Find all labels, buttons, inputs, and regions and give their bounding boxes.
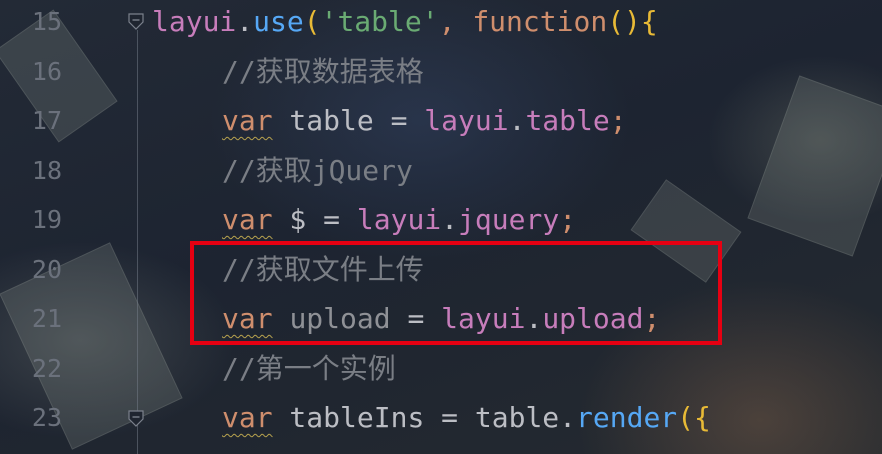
code-line-18[interactable]: //获取jQuery — [152, 151, 413, 191]
code-token: . — [508, 104, 526, 137]
code-token: tableIns = table. — [272, 401, 577, 434]
code-token: ; — [609, 104, 627, 137]
code-token: , — [438, 5, 473, 38]
fold-open-icon[interactable] — [127, 13, 145, 31]
code-line-23[interactable]: var tableIns = table.render({ — [152, 398, 711, 438]
line-number: 15 — [31, 7, 62, 36]
line-number: 21 — [31, 304, 62, 333]
code-token: 'table' — [320, 5, 439, 38]
code-keyword: var — [222, 104, 273, 137]
code-token: ({ — [677, 401, 711, 434]
code-line-17[interactable]: var table = layui.table; — [152, 101, 627, 141]
code-token: (){ — [607, 5, 658, 38]
code-token: layui — [424, 104, 509, 137]
code-token: render — [576, 401, 678, 434]
line-number: 16 — [31, 57, 62, 86]
fold-open-icon[interactable] — [127, 410, 145, 428]
code-line-16[interactable]: //获取数据表格 — [152, 52, 424, 92]
code-token: $ = — [272, 203, 357, 236]
line-number: 17 — [31, 106, 62, 135]
line-number: 19 — [31, 205, 62, 234]
code-line-15[interactable]: layui.use('table', function(){ — [152, 2, 658, 42]
line-number: 23 — [31, 403, 62, 432]
code-line-19[interactable]: var $ = layui.jquery; — [152, 200, 576, 240]
code-token: table — [525, 104, 610, 137]
code-line-22[interactable]: //第一个实例 — [152, 349, 396, 389]
code-token: ; — [559, 203, 577, 236]
code-token: use — [253, 5, 304, 38]
code-token: function — [472, 5, 608, 38]
code-token: ( — [303, 5, 321, 38]
code-comment: //获取数据表格 — [222, 55, 424, 88]
line-number-gutter: 15 16 17 18 19 20 21 22 23 — [0, 0, 150, 454]
indent-guide — [137, 30, 138, 454]
highlight-box — [190, 241, 722, 345]
line-number: 22 — [31, 354, 62, 383]
code-keyword: var — [222, 401, 273, 434]
code-token: . — [441, 203, 459, 236]
line-number: 20 — [31, 255, 62, 284]
code-token: jquery — [458, 203, 560, 236]
code-comment: //获取jQuery — [222, 154, 413, 187]
line-number: 18 — [31, 156, 62, 185]
code-token: . — [236, 5, 254, 38]
code-token: layui — [356, 203, 442, 236]
code-comment: //第一个实例 — [222, 352, 396, 385]
code-token: table = — [272, 104, 425, 137]
code-keyword: var — [222, 203, 273, 236]
code-token: layui — [152, 5, 237, 38]
